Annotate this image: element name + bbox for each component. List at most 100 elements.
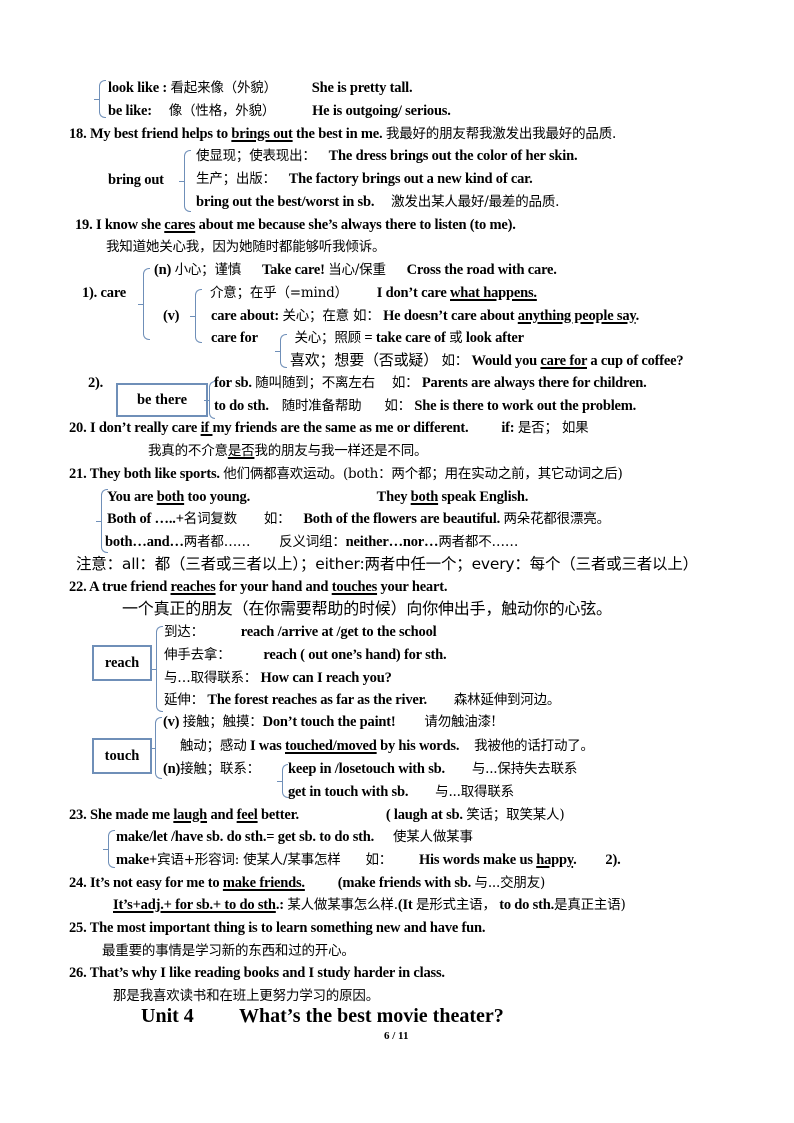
label: 反义词组：	[279, 534, 346, 550]
meaning: 触动；感动	[180, 738, 247, 754]
both-3: both…and…两者都…… 反义词组：neither…nor…两者都不……	[105, 533, 518, 551]
number: 2).	[605, 852, 621, 868]
note: 是真正主语)	[554, 897, 626, 913]
pos: (v)	[163, 714, 180, 730]
term: be like:	[108, 103, 152, 119]
touch-4: get in touch with sb. 与...取得联系	[288, 783, 514, 801]
touch-3-phrase: keep in /losetouch with sb. 与...保持失去联系	[288, 760, 577, 778]
brace-look-like	[94, 80, 106, 118]
example: Both of the flowers are beautiful.	[303, 511, 501, 527]
care-verb-4: 喜欢；想要（否或疑） 如： Would you care for a cup o…	[290, 351, 684, 370]
note: (make friends with sb.	[337, 875, 472, 891]
bring-out-sense-3: bring out the best/worst in sb. 激发出某人最好/…	[196, 193, 559, 211]
example: a cup of coffee?	[587, 353, 684, 369]
meaning: 接触；联系：	[180, 761, 260, 777]
phrase: make+	[116, 852, 158, 868]
text: You are	[107, 489, 157, 505]
meaning: 介意；在乎（=mind）	[210, 285, 348, 301]
underlined-word: touches	[331, 579, 378, 595]
example: Cross the road with care.	[406, 262, 557, 278]
text: your heart.	[377, 579, 448, 595]
be-there-1: for sb. 随叫随到；不离左右 如： Parents are always …	[214, 374, 647, 392]
note: to do sth.	[499, 897, 555, 913]
meaning: 关心；照顾	[294, 330, 361, 346]
sentence-19: 19. I know she cares about me because sh…	[75, 216, 516, 234]
translation: 我被他的话打动了。	[474, 738, 594, 754]
punct: .:	[275, 897, 284, 913]
punct: .	[635, 308, 640, 324]
text: speak English.	[438, 489, 529, 505]
be-there-number: 2).	[88, 375, 104, 391]
underlined-word: if	[200, 420, 213, 436]
phrase: neither…nor…	[345, 534, 439, 550]
phrase: to do sth.	[214, 398, 269, 414]
meaning: 接触；触摸：	[182, 714, 263, 730]
text: and	[207, 807, 237, 823]
sentence-24: 24. It’s not easy for me to make friends…	[69, 874, 545, 892]
reach-box: reach	[92, 645, 152, 681]
underlined-word: cares	[164, 217, 196, 233]
phrase: care about:	[211, 308, 280, 324]
sentence-19-translation: 我知道她关心我，因为她随时都能够听我倾诉。	[106, 239, 386, 255]
care-verb-1: 介意；在乎（=mind） I don’t care what happens.	[210, 284, 537, 302]
meaning: 使显现；使表现出：	[196, 148, 316, 164]
brace-make	[103, 830, 115, 868]
underlined-word: laugh	[173, 807, 208, 823]
text: my friends are the same as me or differe…	[212, 420, 469, 436]
text: too young.	[184, 489, 251, 505]
underlined-phrase: anything people say	[517, 308, 636, 324]
example: reach ( out one’s hand) for sth.	[263, 647, 447, 663]
meaning: 与...保持失去联系	[471, 761, 578, 777]
text: 20. I don’t really care	[69, 420, 201, 436]
example: The factory brings out a new kind of car…	[288, 171, 533, 187]
meaning: 随叫随到；不离左右	[255, 375, 375, 391]
brace-care-for	[275, 334, 287, 368]
example: How can I reach you?	[260, 670, 392, 686]
underlined-phrase: make friends.	[222, 875, 305, 891]
pos: (n)	[163, 761, 181, 777]
care-verb-2: care about: 关心；在意 如： He doesn’t care abo…	[211, 307, 639, 325]
example: He doesn’t care about	[383, 308, 518, 324]
note: 笑话；取笑某人)	[466, 807, 565, 823]
example-marker: 如：	[391, 375, 419, 391]
underlined-word: both	[156, 489, 185, 505]
note: 是否； 如果	[517, 420, 589, 436]
example: Don’t touch the paint!	[262, 714, 396, 730]
brace-bring-out	[179, 150, 191, 212]
meaning: 延伸：	[164, 692, 204, 708]
meaning: 关心；在意 如：	[282, 308, 380, 324]
text: They	[376, 489, 411, 505]
reach-4: 延伸： The forest reaches as far as the riv…	[164, 691, 560, 709]
note: 与...交朋友)	[474, 875, 546, 891]
brace-care	[138, 268, 150, 340]
example: Would you	[471, 353, 541, 369]
example: I don’t care	[376, 285, 450, 301]
meaning: 像（性格，外貌）	[168, 103, 276, 119]
meaning: 激发出某人最好/最差的品质.	[391, 194, 560, 210]
meaning: 当心/保重	[328, 262, 386, 278]
meaning: 到达：	[164, 624, 204, 640]
synonym: = take care of	[364, 330, 446, 346]
meaning: 两者都不……	[438, 534, 519, 550]
example-marker: 如：	[441, 353, 469, 369]
text: 24. It’s not easy for me to	[69, 875, 223, 891]
sentence-18: 18. My best friend helps to brings out t…	[69, 125, 616, 143]
line-look-like: look like : 看起来像（外貌） She is pretty tall.	[108, 79, 413, 97]
text: both…and…	[105, 534, 184, 550]
or: 或	[449, 330, 463, 346]
underlined-word: happy	[536, 852, 574, 868]
sentence-26: 26. That’s why I like reading books and …	[69, 965, 445, 981]
example: The forest reaches as far as the river.	[207, 692, 427, 708]
note: (It	[397, 897, 413, 913]
meaning: 生产；出版：	[196, 171, 276, 187]
meaning: 与…取得联系：	[164, 670, 258, 686]
underlined-phrase: care for	[540, 353, 587, 369]
example-marker: 如：	[365, 852, 393, 868]
meaning: 喜欢；想要（否或疑）	[290, 351, 439, 369]
text: 21. They both like sports.	[69, 466, 220, 482]
care-label: 1). care	[82, 285, 127, 301]
translation: 两朵花都很漂亮。	[503, 511, 610, 527]
meaning: 某人做某事怎么样.	[287, 897, 398, 913]
synonym: look after	[465, 330, 524, 346]
phrase: keep in /losetouch with sb.	[288, 761, 445, 777]
